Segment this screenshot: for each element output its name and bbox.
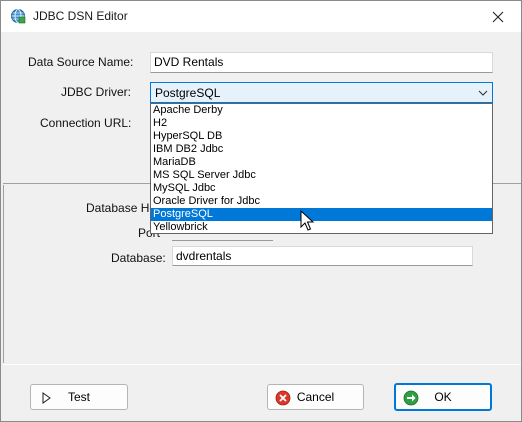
port-input[interactable] — [172, 237, 273, 241]
cancel-button[interactable]: Cancel — [267, 384, 364, 410]
jdbc-driver-value: PostgreSQL — [155, 86, 221, 100]
mouse-cursor-icon — [300, 210, 314, 231]
jdbc-driver-dropdown-list[interactable]: Apache Derby H2 HyperSQL DB IBM DB2 Jdbc Mar… — [150, 103, 493, 234]
close-icon — [492, 11, 504, 22]
dsn-editor-window: JDBC DSN Editor Data Source Name: DVD Re… — [0, 0, 522, 422]
jdbc-driver-select[interactable]: PostgreSQL — [150, 82, 493, 103]
dropdown-option[interactable]: IBM DB2 Jdbc — [151, 143, 492, 156]
dropdown-option[interactable]: MySQL Jdbc — [151, 182, 492, 195]
title-bar: JDBC DSN Editor — [1, 1, 521, 32]
chevron-down-icon — [478, 90, 488, 96]
database-host-label: Database Ho — [86, 201, 157, 215]
close-button[interactable] — [475, 1, 521, 32]
dropdown-option[interactable]: MariaDB — [151, 156, 492, 169]
jdbc-globe-icon — [11, 9, 26, 24]
connection-url-label: Connection URL: — [40, 116, 132, 130]
test-button[interactable]: Test — [30, 384, 128, 410]
dropdown-option[interactable]: MS SQL Server Jdbc — [151, 169, 492, 182]
dropdown-option[interactable]: H2 — [151, 117, 492, 130]
database-label: Database: — [111, 251, 166, 265]
window-title: JDBC DSN Editor — [33, 9, 128, 23]
dropdown-option[interactable]: Yellowbrick — [151, 221, 492, 234]
ok-arrow-icon — [403, 390, 419, 406]
dropdown-option[interactable]: PostgreSQL — [151, 208, 492, 221]
dropdown-option[interactable]: HyperSQL DB — [151, 130, 492, 143]
data-source-name-label: Data Source Name: — [28, 55, 134, 69]
data-source-name-input[interactable]: DVD Rentals — [150, 52, 493, 73]
dropdown-option[interactable]: Oracle Driver for Jdbc — [151, 195, 492, 208]
dropdown-option[interactable]: Apache Derby — [151, 104, 492, 117]
database-input[interactable]: dvdrentals — [172, 246, 473, 266]
play-icon — [42, 392, 51, 404]
ok-button[interactable]: OK — [394, 383, 492, 411]
cancel-x-icon — [275, 390, 291, 406]
jdbc-driver-label: JDBC Driver: — [61, 85, 132, 99]
